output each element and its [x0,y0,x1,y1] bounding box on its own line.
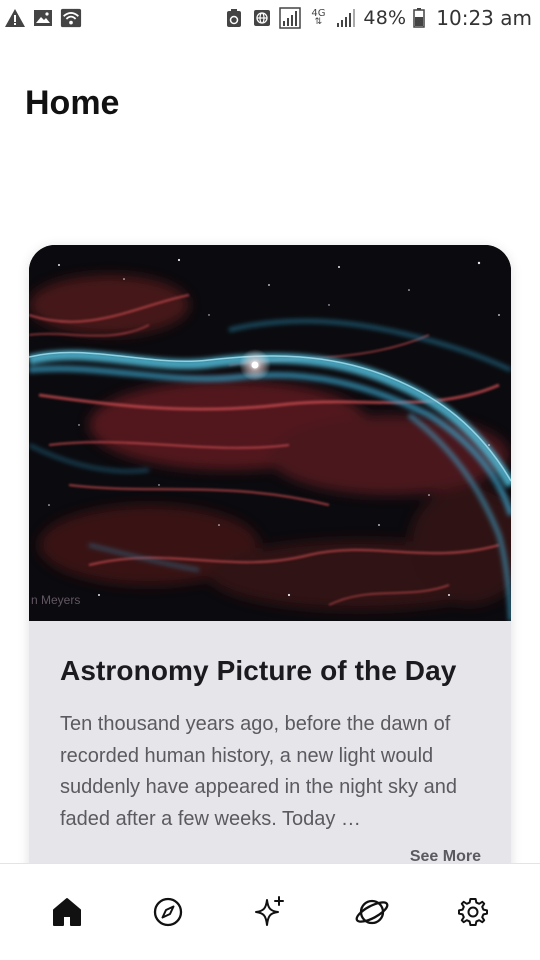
globe-icon [251,7,273,29]
image-credit: n Meyers [31,593,81,607]
apod-image[interactable]: n Meyers [29,245,511,621]
sparkle-icon [254,896,284,926]
bottom-nav [0,863,540,960]
nav-item-home[interactable] [37,882,97,942]
nav-item-discover[interactable] [240,882,300,942]
warning-icon [4,7,26,29]
battery-icon [412,7,426,29]
nav-item-explore[interactable] [138,882,198,942]
compass-icon [154,897,183,927]
image-icon [32,7,54,29]
apod-card[interactable]: n Meyers Astronomy Picture of the Day Te… [29,245,511,960]
apod-card-title: Astronomy Picture of the Day [60,655,457,686]
planet-icon [355,899,389,925]
nav-item-planets[interactable] [342,882,402,942]
nebula-image [29,245,511,621]
apod-card-body: Astronomy Picture of the Day Ten thousan… [29,621,511,835]
signal-icon [279,7,302,29]
status-bar-left [4,7,82,29]
gear-icon [458,898,489,926]
status-bar: 4G ⇅ 48% 10:23 am [0,0,540,36]
network-4g-icon: 4G ⇅ [311,8,326,27]
home-icon [52,898,81,926]
recycle-icon [223,7,245,29]
status-bar-right: 4G ⇅ 48% 10:23 am [223,6,532,30]
signal-bars-icon [335,7,357,29]
page-title: Home [25,84,120,122]
clock-time: 10:23 am [436,6,532,30]
wifi-icon [60,7,82,29]
apod-card-description: Ten thousand years ago, before the dawn … [60,713,457,830]
battery-percent: 48% [363,7,407,29]
nav-item-settings[interactable] [443,882,503,942]
